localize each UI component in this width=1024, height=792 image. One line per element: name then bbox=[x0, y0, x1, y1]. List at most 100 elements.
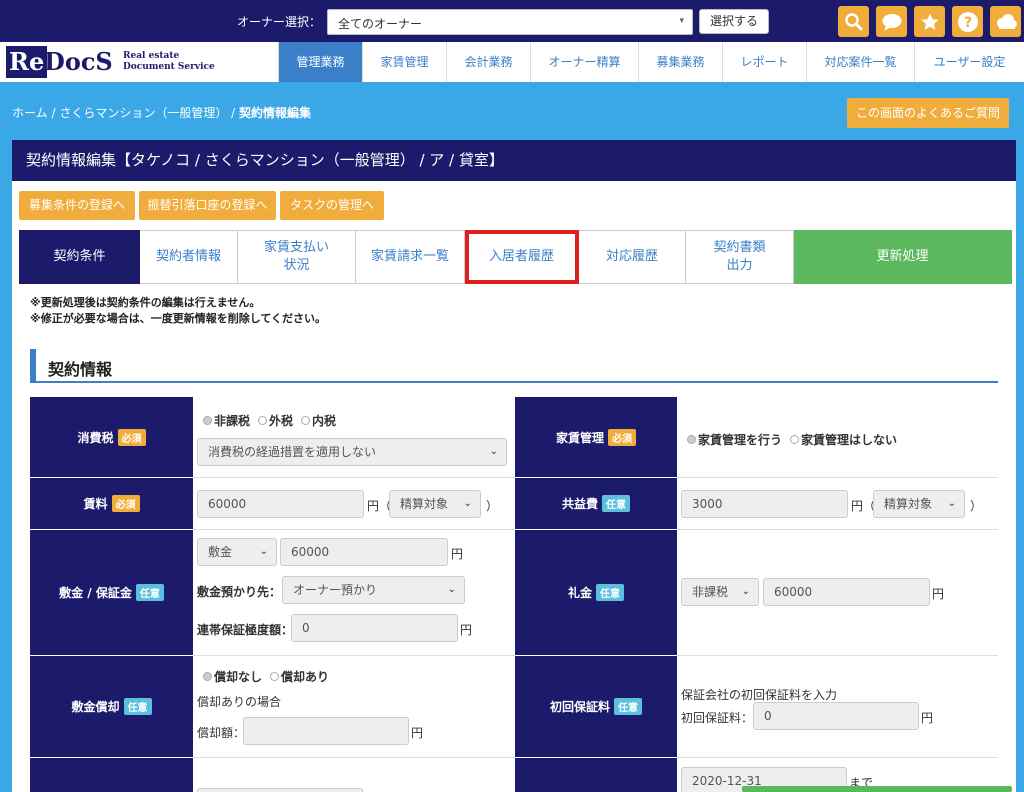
logo-sub-line1: Real estate bbox=[123, 51, 180, 61]
tax-radio-group: 非課税 外税 内税 bbox=[203, 412, 336, 429]
required-badge: 必須 bbox=[111, 495, 140, 512]
owner-select-value: 全てのオーナー bbox=[338, 17, 423, 31]
faq-button[interactable]: この画面のよくあるご質問 bbox=[847, 98, 1009, 128]
main-header: Re DocS Real estate Document Service 管理業… bbox=[0, 42, 1024, 82]
tab-payment-status[interactable]: 家賃支払い 状況 bbox=[238, 230, 356, 284]
select-owner-button[interactable]: 選択する bbox=[699, 9, 769, 34]
tab-tenant-history[interactable]: 入居者履歴 bbox=[465, 230, 579, 284]
required-badge: 必須 bbox=[608, 428, 636, 446]
tab-renewal[interactable]: 更新処理 bbox=[794, 230, 1012, 284]
notice-line: ※修正が必要な場合は、一度更新情報を削除してください。 bbox=[30, 312, 327, 325]
common-fee-input[interactable]: 3000 bbox=[681, 490, 848, 518]
key-money-tax-select[interactable]: 非課税 ⌄ bbox=[681, 578, 759, 606]
breadcrumb-sep: / bbox=[47, 106, 60, 120]
guarantee-fee-unit: 円 bbox=[921, 711, 934, 725]
floating-action-bar[interactable] bbox=[742, 786, 1012, 792]
nav-rent[interactable]: 家賃管理 bbox=[362, 42, 446, 82]
tab-contractor-info[interactable]: 契約者情報 bbox=[140, 230, 238, 284]
breadcrumb-property[interactable]: さくらマンション（一般管理） bbox=[59, 106, 227, 120]
nav-cases[interactable]: 対応案件一覧 bbox=[806, 42, 914, 82]
rent-cell: 60000 円（ 精算対象 ⌄ ） bbox=[193, 478, 515, 530]
debit-account-button[interactable]: 振替引落口座の登録へ bbox=[139, 191, 276, 220]
amortization-note: 償却ありの場合 bbox=[197, 695, 282, 709]
key-money-input[interactable]: 60000 bbox=[763, 578, 930, 606]
rent-close: ） bbox=[486, 499, 499, 513]
nav-report[interactable]: レポート bbox=[722, 42, 806, 82]
tax-label: 消費税 必須 bbox=[30, 397, 193, 478]
nav-accounting[interactable]: 会計業務 bbox=[446, 42, 530, 82]
chevron-down-icon: ⌄ bbox=[259, 546, 268, 557]
chevron-down-icon: ▾ bbox=[679, 16, 684, 26]
rent-mgmt-cell: 家賃管理を行う 家賃管理はしない bbox=[677, 397, 998, 478]
rent-input[interactable]: 60000 bbox=[197, 490, 364, 518]
deposit-input[interactable]: 60000 bbox=[280, 538, 448, 566]
rent-unit: 円（ bbox=[367, 499, 392, 513]
nav-user-settings[interactable]: ユーザー設定 bbox=[914, 42, 1024, 82]
main-nav: 管理業務 家賃管理 会計業務 オーナー精算 募集業務 レポート 対応案件一覧 ユ… bbox=[278, 42, 1024, 82]
tax-radio-exempt[interactable]: 非課税 bbox=[203, 412, 250, 429]
optional-badge: 任意 bbox=[135, 584, 164, 601]
logo[interactable]: Re DocS Real estate Document Service bbox=[6, 46, 276, 78]
deposit-type-select[interactable]: 敷金 ⌄ bbox=[197, 538, 277, 566]
tab-response-history[interactable]: 対応履歴 bbox=[579, 230, 686, 284]
guarantee-fee-cell: 保証会社の初回保証料を入力 初回保証料： 0 円 bbox=[677, 656, 998, 758]
cloud-icon[interactable] bbox=[990, 6, 1021, 37]
radio-label: 家賃管理を行う bbox=[698, 433, 783, 447]
amortization-input[interactable] bbox=[243, 717, 409, 745]
deposit-unit: 円 bbox=[451, 547, 464, 561]
search-icon[interactable] bbox=[838, 6, 869, 37]
chevron-down-icon: ⌄ bbox=[447, 584, 456, 595]
notice-line: ※更新処理後は契約条件の編集は行えません。 bbox=[30, 296, 261, 309]
guarantee-fee-input[interactable]: 0 bbox=[753, 702, 919, 730]
guarantee-limit-input[interactable]: 0 bbox=[291, 614, 458, 642]
common-fee-settlement-select[interactable]: 精算対象 ⌄ bbox=[873, 490, 965, 518]
tax-radio-inclusive[interactable]: 内税 bbox=[301, 412, 336, 429]
amortization-radio-yes[interactable]: 償却あり bbox=[270, 668, 329, 685]
nav-owner-settlement[interactable]: オーナー精算 bbox=[530, 42, 638, 82]
period-label bbox=[515, 758, 677, 792]
amortization-radio-group: 償却なし 償却あり bbox=[203, 668, 329, 685]
tab-billing-list[interactable]: 家賃請求一覧 bbox=[356, 230, 465, 284]
amortization-cell: 償却なし 償却あり 償却ありの場合 償却額： 円 bbox=[193, 656, 515, 758]
amortization-radio-none[interactable]: 償却なし bbox=[203, 668, 262, 685]
optional-badge: 任意 bbox=[602, 495, 630, 512]
chat-icon[interactable] bbox=[876, 6, 907, 37]
logo-docs: DocS bbox=[44, 47, 113, 76]
rent-mgmt-radio-yes[interactable]: 家賃管理を行う bbox=[687, 431, 782, 448]
guarantee-limit-unit: 円 bbox=[460, 623, 473, 637]
breadcrumb: ホーム / さくらマンション（一般管理） / 契約情報編集 bbox=[12, 104, 311, 121]
nav-recruitment[interactable]: 募集業務 bbox=[638, 42, 722, 82]
breadcrumb-home[interactable]: ホーム bbox=[12, 106, 48, 120]
tab-document-output[interactable]: 契約書類 出力 bbox=[686, 230, 794, 284]
help-icon[interactable]: ? bbox=[952, 6, 983, 37]
deposit-holder-select[interactable]: オーナー預かり ⌄ bbox=[282, 576, 465, 604]
field-label: 礼金 bbox=[567, 586, 592, 600]
logo-sub-line2: Document Service bbox=[123, 62, 215, 72]
key-money-label: 礼金 任意 bbox=[515, 530, 677, 656]
select-value: 精算対象 bbox=[884, 497, 933, 511]
tax-transition-select[interactable]: 消費税の経過措置を適用しない ⌄ bbox=[197, 438, 507, 466]
tax-radio-exclusive[interactable]: 外税 bbox=[258, 412, 293, 429]
chevron-down-icon: ⌄ bbox=[741, 586, 750, 597]
nav-admin[interactable]: 管理業務 bbox=[278, 42, 362, 82]
field-label: 敷金 / 保証金 bbox=[59, 586, 132, 600]
common-fee-cell: 3000 円（ 精算対象 ⌄ ） bbox=[677, 478, 998, 530]
field-label: 家賃管理 bbox=[555, 430, 604, 445]
svg-text:?: ? bbox=[963, 15, 971, 31]
tab-contract-terms[interactable]: 契約条件 bbox=[19, 230, 140, 284]
task-management-button[interactable]: タスクの管理へ bbox=[280, 191, 384, 220]
rent-settlement-select[interactable]: 精算対象 ⌄ bbox=[389, 490, 481, 518]
row5-input[interactable] bbox=[197, 788, 363, 792]
deposit-cell: 敷金 ⌄ 60000 円 敷金預かり先： オーナー預かり ⌄ 連帯保証極度額： 0 … bbox=[193, 530, 515, 656]
section-header: 契約情報 bbox=[30, 349, 998, 383]
breadcrumb-sep: / bbox=[227, 106, 239, 120]
star-icon[interactable] bbox=[914, 6, 945, 37]
recruit-conditions-button[interactable]: 募集条件の登録へ bbox=[19, 191, 135, 220]
optional-badge: 任意 bbox=[596, 584, 624, 601]
radio-label: 償却あり bbox=[281, 670, 330, 684]
owner-bar: オーナー選択： 全てのオーナー ▾ 選択する ? bbox=[0, 0, 1024, 42]
page-title: 契約情報編集【タケノコ / さくらマンション（一般管理） / ア / 貸室】 bbox=[12, 140, 1016, 181]
owner-select[interactable]: 全てのオーナー ▾ bbox=[327, 9, 693, 35]
field-label: 賃料 bbox=[83, 497, 108, 511]
rent-mgmt-radio-no[interactable]: 家賃管理はしない bbox=[790, 431, 897, 448]
